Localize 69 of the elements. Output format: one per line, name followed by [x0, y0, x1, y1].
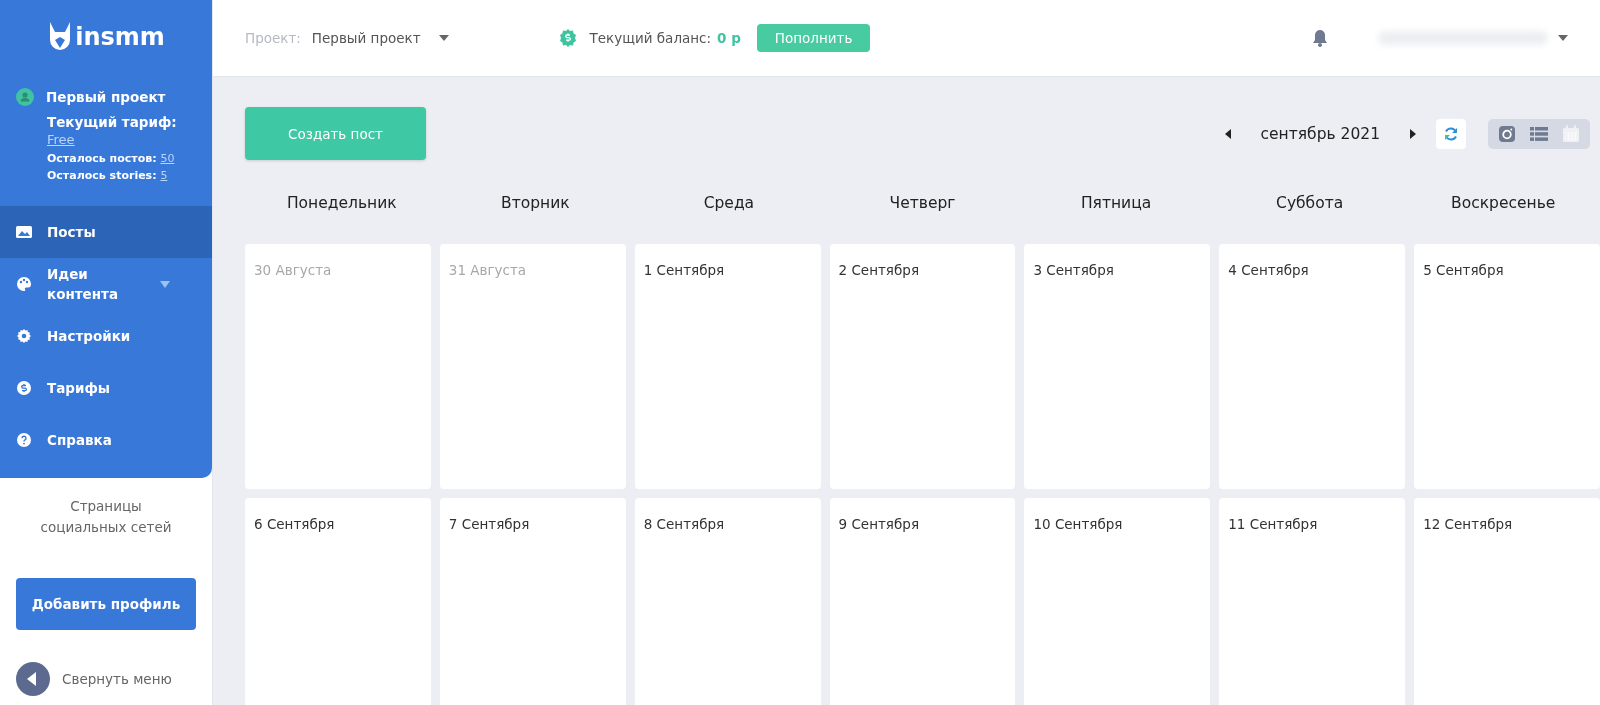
collapse-menu-link[interactable]: Свернуть меню [62, 671, 172, 687]
sidebar-nav-item[interactable]: Идеи контента [0, 258, 212, 310]
day-date: 10 Сентября [1033, 516, 1123, 532]
caret-icon[interactable] [1558, 35, 1568, 41]
caret-icon [160, 280, 170, 288]
sidebar-nav-item[interactable]: Справка [0, 414, 212, 466]
day-cell[interactable]: 3 Сентября [1024, 244, 1211, 489]
balance-value: 0 р [717, 30, 741, 46]
day-cell[interactable]: 8 Сентября [634, 498, 821, 705]
next-month-icon[interactable] [1410, 128, 1416, 139]
add-profile-button[interactable]: Добавить профиль [16, 578, 196, 630]
sidebar-nav-item[interactable]: Посты [0, 206, 212, 258]
day-date: 2 Сентября [838, 262, 919, 278]
day-cell[interactable]: 2 Сентября [829, 244, 1016, 489]
day-date: 4 Сентября [1228, 262, 1309, 278]
caret-icon[interactable] [438, 35, 449, 41]
refresh-icon [1443, 125, 1459, 142]
day-cell[interactable]: 11 Сентября [1219, 498, 1406, 705]
weekday-header: Четверг [888, 194, 957, 212]
day-cell[interactable]: 5 Сентября [1414, 244, 1600, 489]
coin-icon [16, 380, 32, 396]
instagram-view-button[interactable] [1498, 124, 1516, 143]
logo-text: insmm [75, 23, 165, 51]
day-date: 31 Августа [448, 262, 527, 278]
weekday-header: Вторник [500, 194, 571, 212]
day-date: 11 Сентября [1228, 516, 1318, 532]
project-label: Проект: [245, 30, 301, 46]
day-cell[interactable]: 7 Сентября [439, 498, 626, 705]
image-icon [16, 225, 32, 239]
tariff-label: Текущий тариф: [47, 114, 178, 130]
day-date: 1 Сентября [643, 262, 725, 278]
month-title: сентябрь 2021 [1260, 124, 1380, 143]
day-cell[interactable]: 1 Сентября [634, 244, 821, 489]
bell-icon[interactable] [1312, 29, 1328, 47]
sidebar-nav-item[interactable]: Тарифы [0, 362, 212, 414]
day-cell[interactable]: 12 Сентября [1414, 498, 1600, 705]
day-cell[interactable]: 9 Сентября [829, 498, 1016, 705]
weekday-header: Понедельник [285, 194, 398, 212]
weekday-header: Воскресенье [1450, 194, 1557, 212]
list-view-button[interactable] [1530, 125, 1548, 142]
day-date: 30 Августа [254, 262, 332, 278]
balance-label: Текущий баланс: [589, 30, 712, 46]
day-date: 8 Сентября [643, 516, 725, 532]
day-date: 7 Сентября [448, 516, 530, 532]
project-name: Первый проект [46, 89, 166, 105]
day-date: 3 Сентября [1033, 262, 1114, 278]
previous-month-icon[interactable] [1224, 128, 1231, 139]
day-cell[interactable]: 10 Сентября [1024, 498, 1211, 705]
project-dropdown[interactable]: Первый проект [311, 30, 421, 46]
weekday-header: Пятница [1079, 194, 1153, 212]
day-date: 9 Сентября [838, 516, 919, 532]
day-date: 12 Сентября [1423, 516, 1513, 532]
dollar-badge-icon [558, 29, 577, 47]
refresh-button[interactable] [1436, 118, 1466, 149]
day-date: 5 Сентября [1423, 262, 1504, 278]
posts-left-label: Осталось постов: [47, 152, 157, 165]
user-avatar-icon [16, 88, 34, 106]
palette-icon [16, 276, 32, 292]
day-date: 6 Сентября [254, 516, 335, 532]
stories-left-label: Осталось stories: [47, 169, 157, 182]
weekday-header: Среда [702, 194, 756, 212]
day-cell[interactable]: 6 Сентября [245, 498, 431, 705]
weekday-header: Суббота [1275, 194, 1345, 212]
day-cell[interactable]: 4 Сентября [1219, 244, 1406, 489]
sidebar-nav-item[interactable]: Настройки [0, 310, 212, 362]
social-pages-label: Страницы социальных сетей [39, 497, 173, 537]
collapse-icon[interactable] [16, 662, 50, 696]
settings-icon [16, 328, 32, 344]
help-icon [16, 432, 32, 448]
